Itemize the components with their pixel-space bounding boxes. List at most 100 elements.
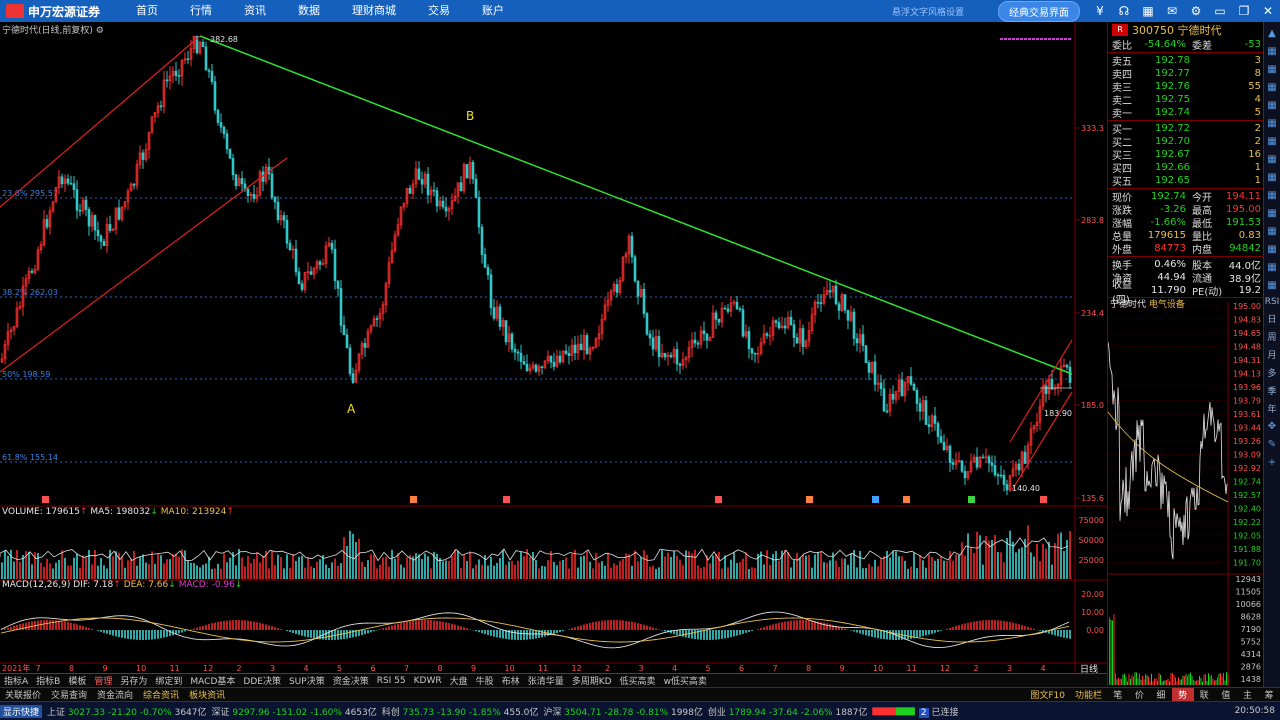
indicator-tab-13[interactable]: 牛股 — [472, 674, 498, 687]
settings-icon[interactable]: ⚙ — [96, 26, 104, 36]
kline-chart[interactable]: 333.3 283.8 234.4 185.0 135.6 23.6% 295.57 38.… — [0, 22, 1107, 673]
info-tab-right-0[interactable]: 图文F10 — [1025, 688, 1070, 701]
side-period-2[interactable]: 周 — [1267, 330, 1276, 343]
indicator-tab-12[interactable]: 大盘 — [446, 674, 472, 687]
nav-item-6[interactable]: 账户 — [466, 0, 520, 22]
side-period-4[interactable]: 多 — [1267, 366, 1276, 379]
grid-icon[interactable]: ▦ — [1266, 100, 1278, 112]
nav-item-0[interactable]: 首页 — [120, 0, 174, 22]
info-tab-4[interactable]: 板块资讯 — [184, 688, 230, 701]
grid-icon[interactable]: ▦ — [1266, 82, 1278, 94]
quote-tab-5[interactable]: 值 — [1215, 688, 1237, 701]
classic-trade-button[interactable]: 经典交易界面 — [998, 0, 1080, 22]
info-tab-3[interactable]: 综合资讯 — [138, 688, 184, 701]
nav-item-1[interactable]: 行情 — [174, 0, 228, 22]
nav-item-2[interactable]: 资讯 — [228, 0, 282, 22]
indicator-tab-10[interactable]: RSI 55 — [373, 676, 410, 686]
indicator-tab-17[interactable]: 低买高卖 — [616, 674, 660, 687]
nav-item-3[interactable]: 数据 — [282, 0, 336, 22]
event-marker[interactable] — [42, 496, 49, 503]
grid-icon[interactable]: ▦ — [1266, 172, 1278, 184]
index-sh[interactable]: 上证 3027.33 -21.20 -0.70% 3647亿 — [47, 705, 207, 718]
side-period-6[interactable]: 年 — [1267, 402, 1276, 415]
indicator-tab-9[interactable]: 资金决策 — [329, 674, 373, 687]
event-marker[interactable] — [968, 496, 975, 503]
info-tab-right-1[interactable]: 功能栏 — [1070, 688, 1107, 701]
quick-toggle[interactable]: 显示快捷 — [0, 704, 43, 718]
headset-icon[interactable]: ☊ — [1117, 4, 1131, 18]
indicator-tab-14[interactable]: 布林 — [498, 674, 524, 687]
grid-icon[interactable]: ▦ — [1266, 262, 1278, 274]
grid-icon[interactable]: ▦ — [1266, 226, 1278, 238]
grid-icon[interactable]: ▦ — [1266, 208, 1278, 220]
event-marker[interactable] — [715, 496, 722, 503]
mail-icon[interactable]: ✉ — [1165, 4, 1179, 18]
event-marker[interactable] — [1040, 496, 1047, 503]
event-marker[interactable] — [410, 496, 417, 503]
restore-icon[interactable]: ❐ — [1237, 4, 1251, 18]
indicator-tab-0[interactable]: 指标A — [0, 674, 32, 687]
index-sz[interactable]: 深证 9297.96 -151.02 -1.60% 4653亿 — [212, 705, 377, 718]
event-marker[interactable] — [806, 496, 813, 503]
indicator-tab-15[interactable]: 张清华量 — [524, 674, 568, 687]
indicator-tab-16[interactable]: 多周期KD — [568, 674, 616, 687]
channel-upper[interactable] — [0, 35, 201, 208]
info-tab-0[interactable]: 关联报价 — [0, 688, 46, 701]
pen-icon[interactable]: ✎ — [1266, 439, 1278, 451]
indicator-tab-8[interactable]: SUP决策 — [285, 674, 329, 687]
minimize-icon[interactable]: ▭ — [1213, 4, 1227, 18]
side-period-5[interactable]: 季 — [1267, 384, 1276, 397]
intraday-tick-chart[interactable]: 195.00 194.83 194.65 194.48 194.31 194.13 193.… — [1108, 302, 1264, 687]
gear-icon[interactable]: ⚙ — [1189, 4, 1203, 18]
quote-tab-1[interactable]: 价 — [1129, 688, 1151, 701]
quote-tab-7[interactable]: 筹 — [1258, 688, 1280, 701]
downtrend-line[interactable] — [199, 35, 1073, 375]
bids-row[interactable]: 买五 192.65 1 — [1108, 174, 1263, 188]
yuan-icon[interactable]: ¥ — [1093, 4, 1107, 18]
grid-icon[interactable]: ▦ — [1266, 118, 1278, 130]
info-tab-1[interactable]: 交易查询 — [46, 688, 92, 701]
indicator-tab-2[interactable]: 模板 — [64, 674, 90, 687]
indicator-tab-3[interactable]: 管理 — [90, 674, 116, 687]
close-icon[interactable]: ✕ — [1261, 4, 1275, 18]
grid-icon[interactable]: ▦ — [1266, 136, 1278, 148]
index-kc[interactable]: 科创 735.73 -13.90 -1.85% 455.0亿 — [382, 705, 539, 718]
rising-channel-upper[interactable] — [1009, 339, 1073, 443]
indicator-tab-4[interactable]: 另存为 — [116, 674, 151, 687]
index-hs[interactable]: 沪深 3504.71 -28.78 -0.81% 1998亿 — [543, 705, 703, 718]
indicator-tab-1[interactable]: 指标B — [32, 674, 64, 687]
event-marker[interactable] — [872, 496, 879, 503]
quote-tab-6[interactable]: 主 — [1237, 688, 1259, 701]
side-period-0[interactable]: RSI — [1265, 297, 1280, 307]
grid-icon[interactable]: ▦ — [1266, 46, 1278, 58]
grid-icon[interactable]: ▦ — [1266, 154, 1278, 166]
indicator-tab-18[interactable]: w低买高卖 — [660, 674, 711, 687]
grid-icon[interactable]: ▦ — [1266, 190, 1278, 202]
nav-item-4[interactable]: 理财商城 — [336, 0, 412, 22]
info-tab-2[interactable]: 资金流向 — [92, 688, 138, 701]
up-arrow-icon[interactable]: ▲ — [1266, 28, 1278, 40]
plus-icon[interactable]: + — [1266, 457, 1278, 469]
indicator-tab-11[interactable]: KDWR — [410, 676, 446, 686]
grid-icon[interactable]: ▦ — [1266, 280, 1278, 292]
grid-icon[interactable]: ▦ — [1141, 4, 1155, 18]
nav-item-5[interactable]: 交易 — [412, 0, 466, 22]
indicator-tab-7[interactable]: DDE决策 — [239, 674, 285, 687]
side-period-1[interactable]: 日 — [1267, 312, 1276, 325]
indicator-tab-5[interactable]: 绑定到 — [151, 674, 186, 687]
rising-channel-lower[interactable] — [1011, 391, 1073, 491]
side-period-3[interactable]: 月 — [1267, 348, 1276, 361]
grid-icon[interactable]: ▦ — [1266, 64, 1278, 76]
quote-tab-3[interactable]: 势 — [1171, 688, 1194, 701]
grid-icon[interactable]: ▦ — [1266, 244, 1278, 256]
quote-tab-4[interactable]: 联 — [1194, 688, 1216, 701]
quote-tab-0[interactable]: 笔 — [1107, 688, 1129, 701]
price-axis-label: 135.6 — [1081, 494, 1104, 503]
event-marker[interactable] — [503, 496, 510, 503]
quote-tab-2[interactable]: 细 — [1150, 688, 1172, 701]
indicator-tab-6[interactable]: MACD基本 — [186, 674, 239, 687]
index-cy[interactable]: 创业 1789.94 -37.64 -2.06% 1887亿 — [708, 705, 868, 718]
move-icon[interactable]: ✥ — [1266, 421, 1278, 433]
asks-row[interactable]: 卖一 192.74 5 — [1108, 106, 1263, 120]
event-marker[interactable] — [903, 496, 910, 503]
